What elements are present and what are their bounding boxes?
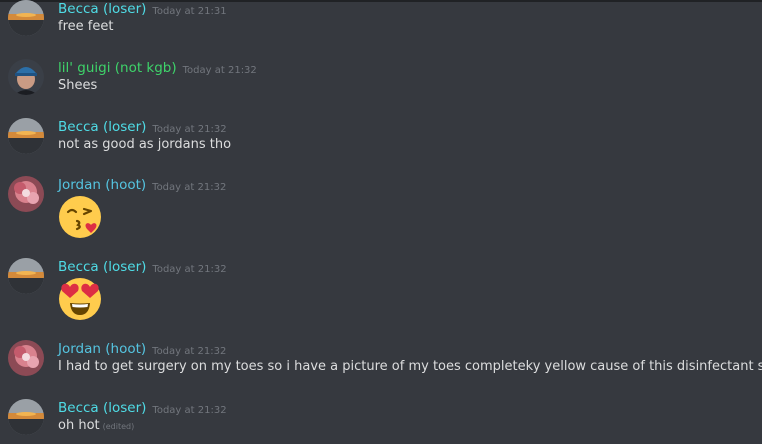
username[interactable]: Becca (loser): [58, 400, 146, 416]
message-text: oh hot: [58, 418, 100, 433]
timestamp: Today at 21:32: [182, 65, 257, 76]
timestamp: Today at 21:32: [152, 346, 227, 357]
message-text: Shees: [58, 78, 98, 93]
edited-label: (edited): [102, 422, 135, 431]
face-blowing-a-kiss-emoji: [58, 195, 102, 239]
timestamp: Today at 21:31: [152, 6, 227, 17]
username[interactable]: Becca (loser): [58, 259, 146, 275]
timestamp: Today at 21:32: [152, 264, 227, 275]
message-list: Becca (loser) Today at 21:31 free feet li…: [0, 0, 762, 444]
username[interactable]: Jordan (hoot): [58, 341, 146, 357]
message-text: free feet: [58, 19, 114, 34]
avatar-becca[interactable]: [8, 118, 44, 154]
username[interactable]: Jordan (hoot): [58, 177, 146, 193]
heart-eyes-emoji: [58, 277, 102, 321]
timestamp: Today at 21:32: [152, 405, 227, 416]
username[interactable]: Becca (loser): [58, 119, 146, 135]
avatar-becca[interactable]: [8, 0, 44, 36]
message-text: I had to get surgery on my toes so i hav…: [58, 359, 762, 374]
message-text-row: oh hot (edited): [58, 417, 134, 436]
avatar-jordan[interactable]: [8, 340, 44, 376]
timestamp: Today at 21:32: [152, 182, 227, 193]
avatar-becca[interactable]: [8, 258, 44, 294]
avatar-jordan[interactable]: [8, 176, 44, 212]
username[interactable]: lil' guigi (not kgb): [58, 60, 177, 76]
avatar-becca[interactable]: [8, 399, 44, 435]
timestamp: Today at 21:32: [152, 124, 227, 135]
username[interactable]: Becca (loser): [58, 1, 146, 17]
message-text: not as good as jordans tho: [58, 137, 232, 152]
avatar-guigi[interactable]: [8, 59, 44, 95]
